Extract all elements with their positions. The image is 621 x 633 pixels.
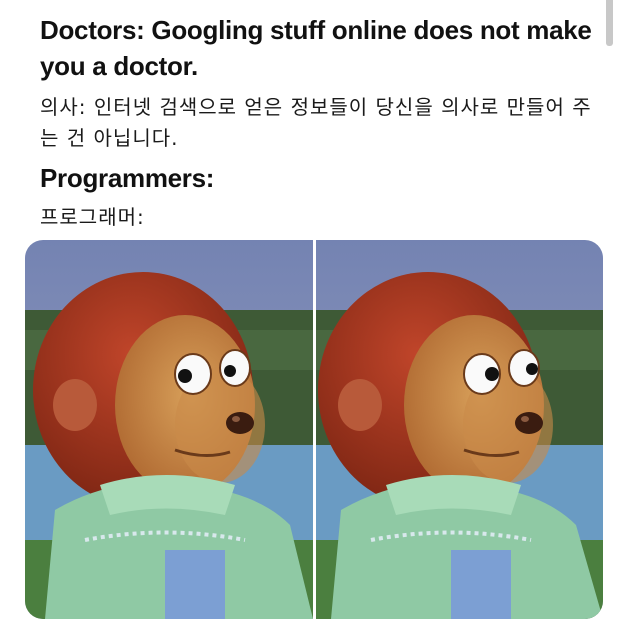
caption-programmers-en: Programmers: — [40, 163, 215, 193]
caption-doctors-en: Doctors: Googling stuff online does not … — [40, 15, 592, 81]
caption-doctors-ko: 의사: 인터넷 검색으로 얻은 정보들이 당신을 의사로 만들어 주는 건 아닙… — [40, 95, 592, 150]
meme-panel-right — [316, 240, 603, 619]
caption-programmers-ko: 프로그래머: — [40, 205, 145, 229]
puppet-illustration-left — [25, 240, 313, 619]
puppet-illustration-right — [316, 240, 603, 619]
meme-panel-left — [25, 240, 313, 619]
scroll-indicator[interactable] — [606, 0, 613, 46]
